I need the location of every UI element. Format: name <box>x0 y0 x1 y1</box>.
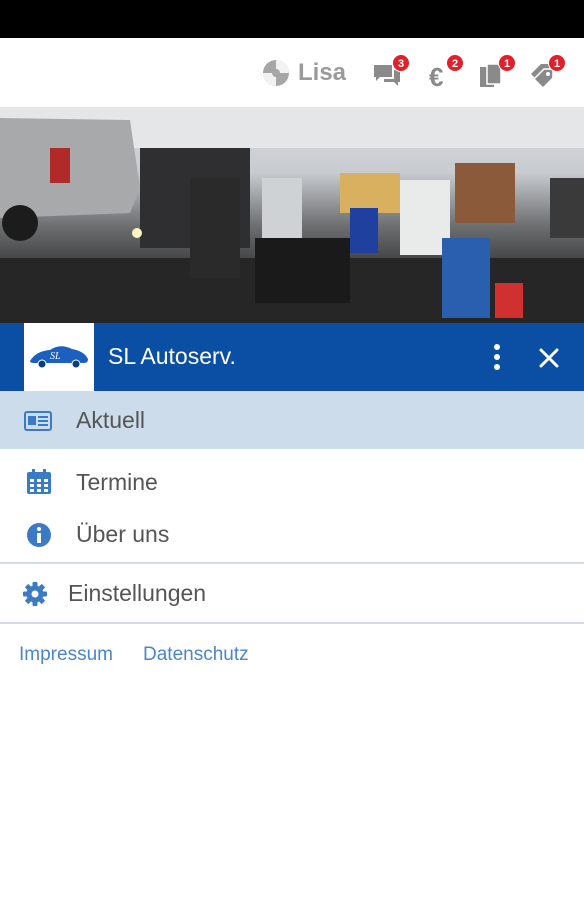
documents-button[interactable]: 1 <box>478 54 516 92</box>
nav-label-ueber-uns: Über uns <box>76 521 170 547</box>
documents-badge: 1 <box>498 54 516 72</box>
close-icon <box>539 348 559 368</box>
info-icon <box>27 523 51 547</box>
svg-text:€: € <box>429 62 443 90</box>
nav-label-termine: Termine <box>76 469 158 495</box>
svg-text:SL: SL <box>50 351 61 362</box>
app-title: SL Autoserv. <box>108 343 236 369</box>
datenschutz-link[interactable]: Datenschutz <box>143 644 249 666</box>
gear-icon <box>23 582 47 606</box>
top-bar: Lisa 3 € 2 1 1 <box>0 38 584 108</box>
app-bar: SL SL Autoserv. <box>0 323 584 391</box>
more-vertical-icon <box>494 344 500 370</box>
user-profile[interactable]: Lisa <box>262 58 346 88</box>
nav-item-ueber-uns[interactable]: Über uns <box>0 508 584 562</box>
newspaper-icon <box>24 411 52 431</box>
messages-badge: 3 <box>392 54 410 72</box>
workshop-header-image <box>0 108 584 323</box>
payments-badge: 2 <box>446 54 464 72</box>
user-logo-icon <box>263 60 289 86</box>
nav-item-termine[interactable]: Termine <box>0 452 584 512</box>
nav-label-aktuell: Aktuell <box>76 407 146 433</box>
messages-button[interactable]: 3 <box>372 54 410 92</box>
payments-button[interactable]: € 2 <box>426 54 464 92</box>
more-options-button[interactable] <box>484 341 510 373</box>
close-button[interactable] <box>534 343 564 373</box>
impressum-link[interactable]: Impressum <box>19 644 113 666</box>
car-logo-icon: SL <box>30 346 88 369</box>
divider <box>0 622 584 624</box>
nav-label-einstellungen: Einstellungen <box>68 580 207 606</box>
status-bar <box>0 0 584 38</box>
vouchers-button[interactable]: 1 <box>528 54 566 92</box>
nav-item-aktuell[interactable]: Aktuell <box>0 391 584 449</box>
nav-item-einstellungen[interactable]: Einstellungen <box>0 564 584 622</box>
company-logo: SL <box>24 323 94 391</box>
user-name: Lisa <box>298 59 347 86</box>
vouchers-badge: 1 <box>548 54 566 72</box>
calendar-icon <box>27 469 51 494</box>
